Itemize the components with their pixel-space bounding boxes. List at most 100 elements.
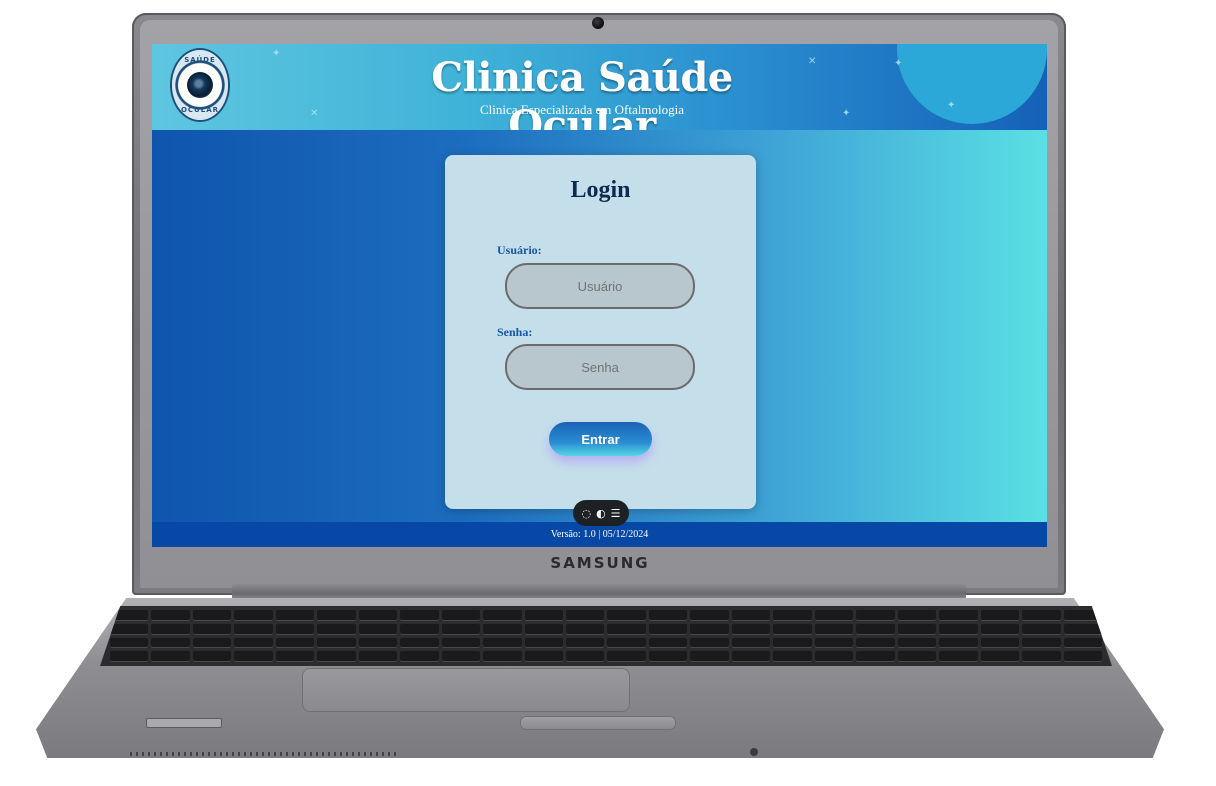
keyboard-key [441, 623, 481, 635]
keyboard-key [773, 623, 812, 635]
login-title: Login [570, 177, 631, 203]
keyboard-key [275, 610, 315, 621]
keyboard-key [234, 623, 273, 635]
keyboard-key [192, 637, 232, 649]
keyboard-key [110, 651, 149, 662]
keyboard-key [1022, 610, 1061, 621]
sparkle-icon: ✦ [272, 48, 281, 59]
keyboard-key [275, 637, 315, 649]
login-card: Login Usuário: Senha: Entrar [445, 155, 756, 509]
keyboard-key [980, 623, 1020, 635]
app-header: ✦ ✕ ✦ ✦ ✦ ✕ SAÚDE OCULAR Clinica Saúde O… [152, 44, 1047, 130]
keyboard-key [856, 637, 895, 649]
keyboard-key [856, 651, 895, 662]
keyboard-key [275, 651, 315, 662]
keyboard-key [358, 610, 398, 621]
keyboard-key [566, 651, 605, 662]
floating-toolbar: ◌ ◐ ☰ [573, 500, 629, 526]
keyboard-key [648, 610, 688, 621]
keyboard-key [151, 623, 190, 635]
keyboard-key [151, 651, 190, 662]
keyboard-key [151, 637, 190, 649]
keyboard-key [400, 637, 439, 649]
keyboard [100, 606, 1112, 666]
chat-icon[interactable]: ◌ [581, 508, 591, 519]
screen: ✦ ✕ ✦ ✦ ✦ ✕ SAÚDE OCULAR Clinica Saúde O… [152, 44, 1047, 547]
keyboard-key [441, 651, 481, 662]
keyboard-key [110, 623, 149, 635]
keyboard-key [731, 610, 771, 621]
laptop-brand: SAMSUNG [550, 554, 650, 572]
keyboard-key [524, 610, 564, 621]
keyboard-key [483, 637, 522, 649]
keyboard-key [690, 637, 729, 649]
keyboard-key [939, 610, 978, 621]
keyboard-key [607, 623, 646, 635]
password-input[interactable] [505, 344, 695, 390]
eye-icon [187, 72, 213, 98]
keyboard-key [1022, 651, 1061, 662]
header-decoration [897, 44, 1047, 124]
keyboard-key [400, 623, 439, 635]
webcam-icon [592, 17, 604, 29]
touchpad [302, 668, 630, 712]
keyboard-key [358, 623, 398, 635]
keyboard-key [275, 623, 315, 635]
keyboard-key [110, 637, 149, 649]
keyboard-key [897, 637, 937, 649]
keyboard-key [1022, 637, 1061, 649]
keyboard-key [690, 623, 729, 635]
app-subtitle: Clinica Especializada em Oftalmologia [480, 102, 684, 117]
front-lip [520, 716, 676, 730]
card-slot [146, 718, 222, 728]
sparkle-icon: ✕ [310, 108, 319, 119]
keyboard-key [607, 637, 646, 649]
keyboard-key [773, 637, 812, 649]
laptop-mockup: SAMSUNG ✦ ✕ ✦ ✦ ✦ ✕ SAÚDE OCULAR Clinica… [0, 0, 1216, 786]
keyboard-key [400, 610, 439, 621]
keyboard-key [731, 637, 771, 649]
keyboard-key [483, 651, 522, 662]
keyboard-key [524, 651, 564, 662]
keyboard-key [566, 610, 605, 621]
keyboard-key [607, 610, 646, 621]
contrast-icon[interactable]: ◐ [596, 508, 606, 519]
keyboard-key [897, 651, 937, 662]
clinic-logo: SAÚDE OCULAR [172, 50, 228, 120]
keyboard-key [317, 651, 356, 662]
keyboard-key [897, 623, 937, 635]
keyboard-key [814, 610, 854, 621]
keyboard-key [1063, 651, 1102, 662]
mic-icon [750, 748, 758, 756]
keyboard-key [358, 651, 398, 662]
keyboard-key [856, 623, 895, 635]
app-title: Clinica Saúde Ocular [431, 54, 733, 130]
keyboard-key [773, 651, 812, 662]
keyboard-key [151, 610, 190, 621]
keyboard-key [897, 610, 937, 621]
keyboard-key [731, 651, 771, 662]
keyboard-key [400, 651, 439, 662]
menu-icon[interactable]: ☰ [611, 508, 621, 519]
enter-button[interactable]: Entrar [549, 422, 652, 456]
keyboard-key [814, 637, 854, 649]
keyboard-key [524, 637, 564, 649]
username-input[interactable] [505, 263, 695, 309]
keyboard-key [483, 610, 522, 621]
version-text: Versão: 1.0 | 05/12/2024 [550, 529, 649, 540]
sparkle-icon: ✦ [947, 100, 956, 111]
keyboard-key [814, 651, 854, 662]
keyboard-key [648, 651, 688, 662]
keyboard-key [441, 610, 481, 621]
keyboard-key [980, 651, 1020, 662]
keyboard-key [317, 637, 356, 649]
logo-text-bottom: OCULAR [180, 106, 220, 114]
keyboard-key [192, 651, 232, 662]
keyboard-key [358, 637, 398, 649]
keyboard-key [317, 623, 356, 635]
keyboard-key [648, 637, 688, 649]
keyboard-key [980, 637, 1020, 649]
keyboard-key [1063, 623, 1102, 635]
keyboard-key [441, 637, 481, 649]
keyboard-key [317, 610, 356, 621]
